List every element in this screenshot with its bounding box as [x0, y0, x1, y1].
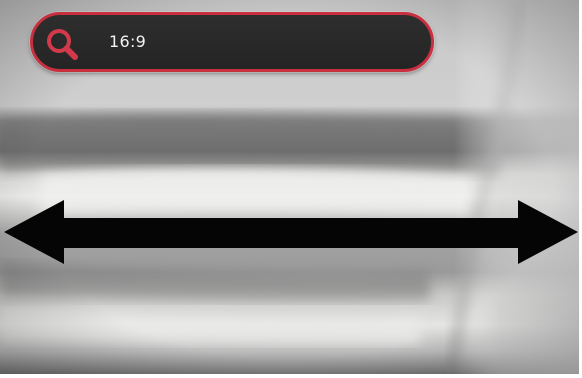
zoom-bar[interactable]: 16:9: [30, 12, 434, 72]
search-icon[interactable]: [45, 27, 79, 61]
camera-preview-screen: 16:9: [0, 0, 582, 378]
double-arrow-horizontal-icon: [4, 200, 578, 264]
aspect-ratio-label: 16:9: [109, 32, 147, 51]
